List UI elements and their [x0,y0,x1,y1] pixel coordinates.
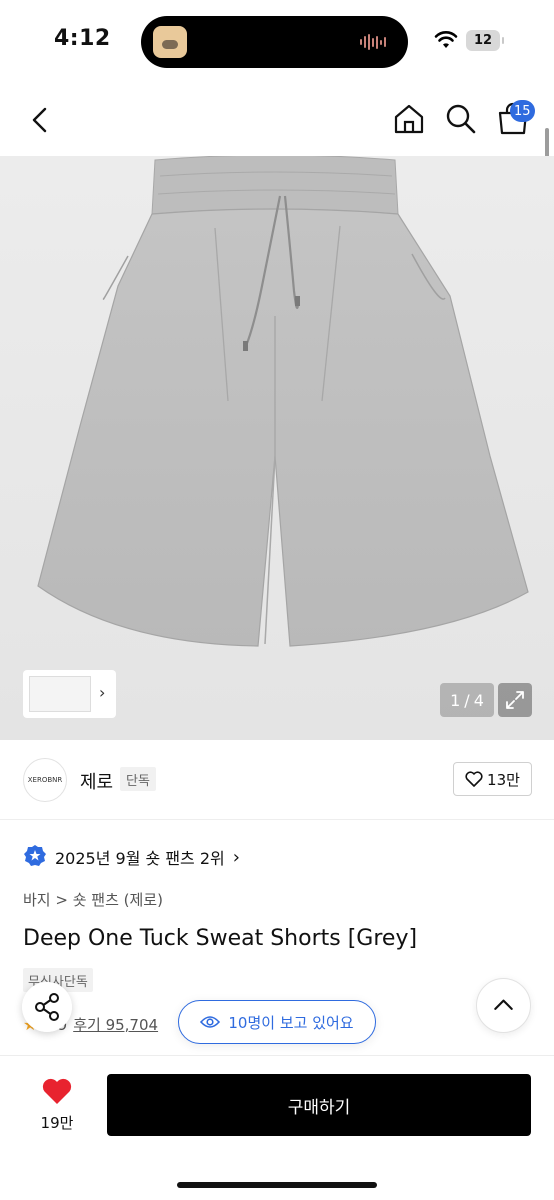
bottom-purchase-bar: 19만 구매하기 [0,1055,554,1200]
status-time: 4:12 [54,26,111,51]
product-image-gallery[interactable]: › 1 / 4 [0,156,554,740]
thumbnail-image[interactable] [29,676,91,712]
heart-outline-icon [465,771,483,787]
image-page-counter: 1 / 4 [440,683,494,717]
search-icon[interactable] [444,102,478,136]
status-bar: 4:12 12 [0,0,554,84]
expand-icon[interactable] [498,683,532,717]
home-indicator[interactable] [177,1182,377,1188]
ranking-text: 2025년 9월 숏 팬츠 2위 [55,849,225,868]
category-breadcrumb[interactable]: 바지 > 숏 팬츠 (제로) [23,889,163,910]
ranking-badge-icon [24,845,46,866]
chevron-right-icon[interactable]: › [99,683,105,702]
cart-count-badge: 15 [510,100,535,122]
brand-like-count: 13만 [487,770,520,789]
brand-name[interactable]: 제로 [80,768,113,794]
product-title: Deep One Tuck Sweat Shorts [Grey] [23,926,418,951]
brand-like-button[interactable]: 13만 [453,762,532,796]
review-count-link[interactable]: 후기 95,704 [73,1014,158,1035]
wifi-icon [434,31,458,48]
viewers-text: 10명이 보고 있어요 [228,1013,354,1032]
chevron-right-icon: › [232,846,240,868]
exclusive-badge: 단독 [120,767,156,791]
wish-count: 19만 [40,1114,74,1132]
brand-row[interactable]: XEROBNR 제로 단독 13만 [0,740,554,820]
home-icon[interactable] [392,102,426,136]
top-navigation [0,84,554,156]
buy-button[interactable]: 구매하기 [107,1074,531,1136]
ranking-link[interactable]: 2025년 9월 숏 팬츠 2위 › [23,844,240,870]
thumbnail-strip[interactable]: › [23,670,116,718]
heart-filled-icon[interactable] [41,1076,73,1106]
now-playing-thumbnail [153,26,187,58]
eye-icon [200,1016,221,1028]
audio-wave-icon [360,34,390,50]
dynamic-island[interactable] [141,16,408,68]
scroll-top-icon[interactable] [476,978,531,1033]
share-icon[interactable] [22,982,72,1032]
battery-indicator: 12 [466,30,504,51]
viewers-indicator: 10명이 보고 있어요 [178,1000,376,1044]
back-arrow-icon[interactable] [26,104,54,136]
brand-logo[interactable]: XEROBNR [23,758,67,802]
product-photo [37,156,529,647]
